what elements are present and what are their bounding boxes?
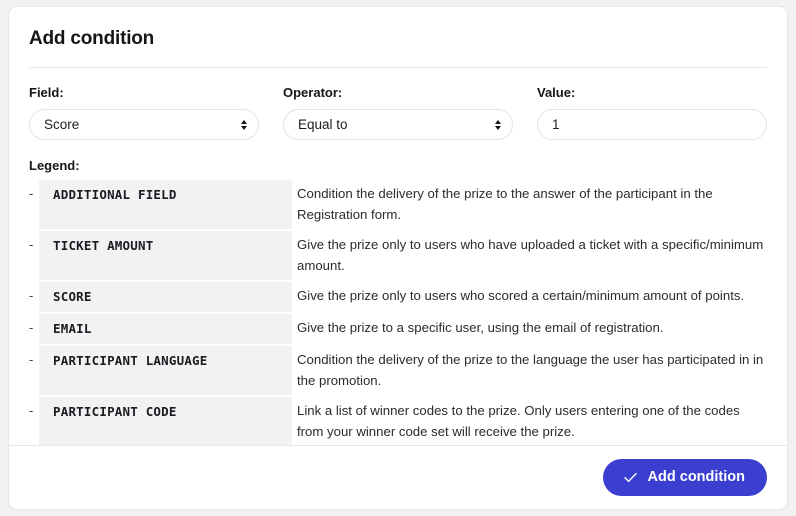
legend-description: Give the prize only to users who have up… xyxy=(297,237,764,273)
legend-bullet: - xyxy=(29,288,34,303)
add-condition-button[interactable]: Add condition xyxy=(602,459,767,496)
operator-select-value: Equal to xyxy=(298,117,348,132)
legend-description: Give the prize only to users who scored … xyxy=(297,288,745,303)
add-condition-button-label: Add condition xyxy=(647,469,745,485)
legend-term: PARTICIPANT CODE xyxy=(39,397,292,445)
list-item: - EMAIL Give the prize to a specific use… xyxy=(29,314,767,344)
value-label: Value: xyxy=(537,85,576,100)
legend-term: ADDITIONAL FIELD xyxy=(39,180,292,229)
legend-bullet: - xyxy=(29,352,34,367)
field-group: Field: Score xyxy=(29,85,259,140)
list-item: - PARTICIPANT CODE Link a list of winner… xyxy=(29,397,767,445)
legend-term: SCORE xyxy=(39,282,292,312)
legend-bullet: - xyxy=(29,237,34,252)
legend-term: PARTICIPANT LANGUAGE xyxy=(39,346,292,395)
list-item: - PARTICIPANT LANGUAGE Condition the del… xyxy=(29,346,767,395)
value-input-value: 1 xyxy=(552,117,560,132)
legend-description: Condition the delivery of the prize to t… xyxy=(297,352,764,388)
field-select-value: Score xyxy=(44,117,80,132)
legend-description: Give the prize to a specific user, using… xyxy=(297,320,664,335)
legend-bullet: - xyxy=(29,403,34,418)
legend-description: Link a list of winner codes to the prize… xyxy=(297,403,740,439)
value-input[interactable]: 1 xyxy=(537,109,767,140)
list-item: - ADDITIONAL FIELD Condition the deliver… xyxy=(29,180,767,229)
operator-select[interactable]: Equal to xyxy=(283,109,513,140)
legend-description: Condition the delivery of the prize to t… xyxy=(297,186,713,222)
field-label: Field: xyxy=(29,85,64,100)
select-arrows-icon xyxy=(495,119,501,130)
legend-bullet: - xyxy=(29,320,34,335)
value-group: Value: 1 xyxy=(537,85,767,140)
card-footer: Add condition xyxy=(9,445,787,509)
select-arrows-icon xyxy=(241,119,247,130)
legend-bullet: - xyxy=(29,186,34,201)
operator-label: Operator: xyxy=(283,85,343,100)
list-item: - TICKET AMOUNT Give the prize only to u… xyxy=(29,231,767,280)
legend-term: TICKET AMOUNT xyxy=(39,231,292,280)
page-title: Add condition xyxy=(29,28,155,49)
list-item: - SCORE Give the prize only to users who… xyxy=(29,282,767,312)
operator-group: Operator: Equal to xyxy=(283,85,513,140)
condition-form-row: Field: Score Operator: Equal to Value: 1 xyxy=(29,85,767,140)
card-header: Add condition xyxy=(9,7,787,68)
check-icon xyxy=(622,469,639,486)
legend-label: Legend: xyxy=(29,158,80,173)
card-body: Field: Score Operator: Equal to Value: 1… xyxy=(9,68,787,445)
add-condition-card: Add condition Field: Score Operator: Equ… xyxy=(8,6,788,510)
legend-list: - ADDITIONAL FIELD Condition the deliver… xyxy=(29,180,767,445)
field-select[interactable]: Score xyxy=(29,109,259,140)
legend-term: EMAIL xyxy=(39,314,292,344)
